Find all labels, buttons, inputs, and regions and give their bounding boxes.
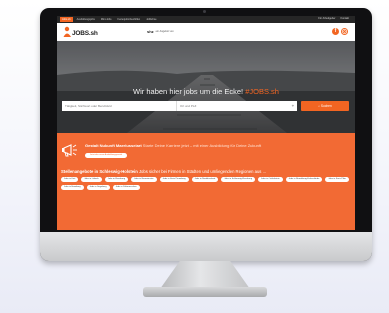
search-button-label: Suchen xyxy=(320,104,332,108)
region-chip[interactable]: Jobs in Nordfriesland xyxy=(191,177,219,182)
region-chip[interactable]: Jobs in Kreis Plön xyxy=(325,177,349,182)
hero-title-accent: #JOBS.sh xyxy=(245,87,279,96)
top-nav-item-jobs[interactable]: Jobs.sh xyxy=(60,17,73,22)
instagram-icon[interactable] xyxy=(341,28,348,35)
location-placeholder: Ort und PLZ xyxy=(180,104,197,108)
top-nav-item-ferienjobs[interactable]: Ferienjobs/Aushilfen xyxy=(116,17,143,22)
region-chip[interactable]: Jobs in Flensburg xyxy=(104,177,129,182)
region-chip[interactable]: Jobs in Rendsburg-Eckernförde xyxy=(285,177,323,182)
region-chip-list: Jobs in Kiel Jobs in Lübeck Jobs in Flen… xyxy=(61,177,351,190)
jobs-heading-bold: Stellenangebote in Schleswig-Holstein xyxy=(61,169,138,174)
hero-section: Wir haben hier jobs um die Ecke! #JOBS.s… xyxy=(57,41,355,133)
partner-text: ein Angebot von xyxy=(155,30,174,33)
site-header: JOBS.sh shz ein Angebot von f xyxy=(57,23,355,41)
top-nav-item-jobboerse[interactable]: Jobbörse xyxy=(144,17,158,22)
region-chip[interactable]: Jobs in Kreis Pinneberg xyxy=(159,177,189,182)
location-pin-icon: ⌖ xyxy=(291,103,294,108)
jobs-heading: Stellenangebote in Schleswig-Holstein Jo… xyxy=(61,169,266,174)
region-chip[interactable]: Jobs in Neumünster xyxy=(131,177,157,182)
search-button[interactable]: ⌕ Suchen xyxy=(301,101,349,111)
partner-badge[interactable]: shz ein Angebot von xyxy=(147,29,174,34)
jobs-heading-rest: Jobs sicher bei Firmen in Städten und um… xyxy=(137,169,267,174)
employer-link[interactable]: Für Arbeitgeber xyxy=(318,17,335,21)
top-right-links: Für Arbeitgeber Kontakt xyxy=(318,17,349,21)
site-logo[interactable]: JOBS.sh xyxy=(63,26,98,39)
monitor-foot xyxy=(143,287,267,297)
keyword-search-input[interactable]: Tätigkeit, Stichwort oder Berufsfeld xyxy=(62,101,177,111)
region-chip[interactable]: Jobs in Lübeck xyxy=(81,177,102,182)
megaphone-icon xyxy=(62,144,77,157)
website-screen: Jobs.sh Ausbildungsjobs Mini-Jobs Ferien… xyxy=(57,16,355,230)
region-chip[interactable]: Jobs in Dithmarschen xyxy=(112,185,140,190)
facebook-icon[interactable]: f xyxy=(332,28,339,35)
top-nav-item-ausbildungsjobs[interactable]: Ausbildungsjobs xyxy=(75,17,97,22)
promo-title: Gestalt Nukunft Maerlusseiart Starte Dei… xyxy=(85,143,261,148)
region-chip[interactable]: Jobs in Schleswig-Flensburg xyxy=(221,177,256,182)
location-search-input[interactable]: Ort und PLZ ⌖ xyxy=(177,101,297,111)
region-chip[interactable]: Jobs in Segeberg xyxy=(86,185,110,190)
camera-icon xyxy=(203,10,206,13)
top-nav-item-minijobs[interactable]: Mini-Jobs xyxy=(99,17,114,22)
region-chip[interactable]: Jobs in Hamburg xyxy=(61,185,84,190)
promo-title-light: Starte Deine Karriere jetzt – mit einer … xyxy=(141,143,262,148)
logo-text: JOBS.sh xyxy=(72,30,98,37)
hero-title-main: Wir haben hier jobs um die Ecke! xyxy=(133,87,246,96)
monitor-chin xyxy=(40,232,372,261)
region-chip[interactable]: Jobs in Ostholstein xyxy=(258,177,283,182)
region-chip[interactable]: Jobs in Kiel xyxy=(61,177,79,182)
hero-title: Wir haben hier jobs um die Ecke! #JOBS.s… xyxy=(57,87,355,96)
social-links: f xyxy=(332,28,348,35)
partner-logo: shz xyxy=(147,29,154,34)
contact-link[interactable]: Kontakt xyxy=(341,17,349,21)
promo-button[interactable]: Jetzt das neue Ausbildungsportal xyxy=(85,153,127,158)
promo-section: Gestalt Nukunft Maerlusseiart Starte Dei… xyxy=(57,133,355,230)
top-bar: Jobs.sh Ausbildungsjobs Mini-Jobs Ferien… xyxy=(57,16,355,23)
promo-title-bold: Gestalt Nukunft Maerlusseiart xyxy=(85,143,142,148)
job-search-bar: Tätigkeit, Stichwort oder Berufsfeld Ort… xyxy=(62,101,350,111)
top-nav: Jobs.sh Ausbildungsjobs Mini-Jobs Ferien… xyxy=(60,17,159,22)
